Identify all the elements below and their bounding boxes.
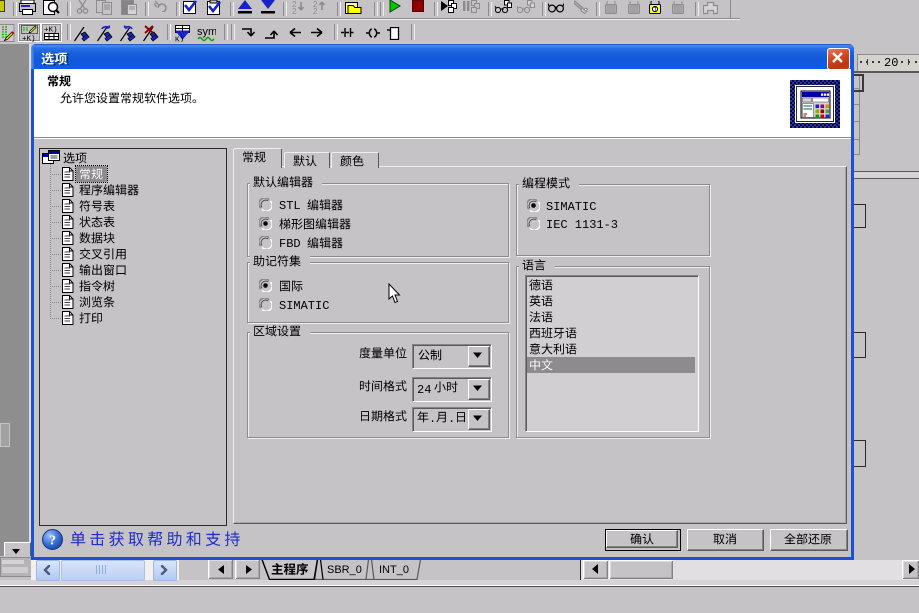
svg-text:+K): +K): [22, 36, 36, 43]
svg-text:K): K): [175, 37, 184, 43]
svg-text:T: T: [654, 7, 658, 13]
svg-text:2: 2: [292, 7, 297, 14]
svg-text:sym: sym: [197, 26, 216, 38]
svg-text:2: 2: [313, 7, 318, 14]
svg-text:?: ?: [49, 534, 56, 549]
